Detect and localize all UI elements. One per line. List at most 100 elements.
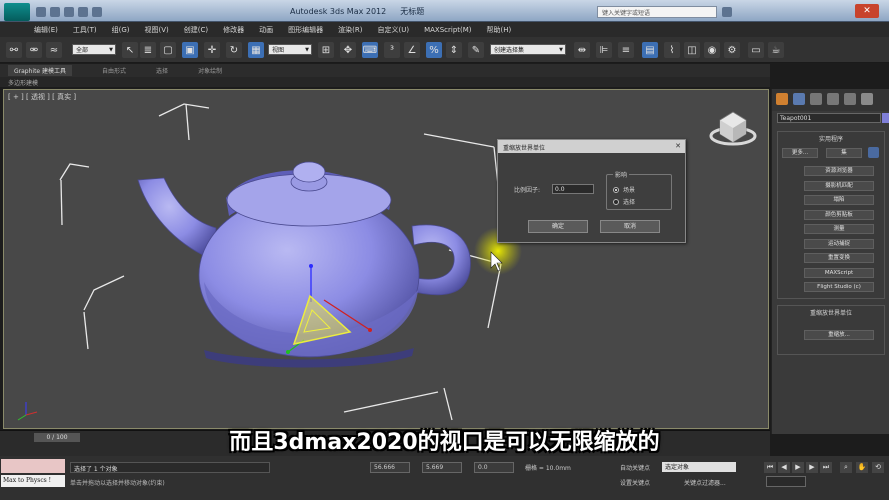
render-setup-icon[interactable]: ⚙	[724, 42, 740, 58]
zoom-icon[interactable]: ⌕	[840, 462, 852, 473]
hierarchy-tab-icon[interactable]	[810, 93, 822, 105]
menu-item-11[interactable]: 帮助(H)	[487, 25, 512, 35]
menu-item-10[interactable]: MAXScript(M)	[424, 26, 471, 34]
rescale-button[interactable]: 重缩放...	[804, 330, 874, 340]
viewcube[interactable]	[709, 111, 757, 146]
undo-icon[interactable]	[78, 7, 88, 17]
percent-snap-icon[interactable]: %	[426, 42, 442, 58]
maxscript-mini-listener[interactable]	[1, 459, 65, 473]
menu-item-9[interactable]: 自定义(U)	[377, 25, 409, 35]
key-filters-button[interactable]: 关键点过滤器...	[684, 478, 744, 487]
modify-tab-icon[interactable]	[793, 93, 805, 105]
menu-item-7[interactable]: 图形编辑器	[288, 25, 323, 35]
scale-factor-input[interactable]: 0.0	[552, 184, 594, 194]
select-rotate-icon[interactable]: ↻	[226, 42, 242, 58]
select-by-name-icon[interactable]: ≣	[140, 42, 156, 58]
mirror-icon[interactable]: ⇹	[574, 42, 590, 58]
dialog-close-icon[interactable]: ✕	[675, 142, 681, 150]
unlink-icon[interactable]: ⚮	[26, 42, 42, 58]
link-icon[interactable]: ⚯	[6, 42, 22, 58]
close-window-button[interactable]: ✕	[855, 4, 879, 18]
select-object-icon[interactable]: ↖	[122, 42, 138, 58]
menu-item-8[interactable]: 渲染(R)	[338, 25, 362, 35]
align-icon[interactable]: ⊫	[596, 42, 612, 58]
object-name-field[interactable]: Teapot001	[777, 113, 881, 123]
ribbon-tab-2[interactable]: 选择	[156, 66, 168, 75]
current-frame-field[interactable]	[766, 476, 806, 487]
reference-coord-select[interactable]: 视图	[268, 44, 312, 56]
edit-named-sets-icon[interactable]: ✎	[468, 42, 484, 58]
create-tab-icon[interactable]	[776, 93, 788, 105]
autokey-button[interactable]: 自动关键点	[620, 463, 650, 472]
utility-button-2[interactable]: 塌陷	[804, 195, 874, 205]
utilities-tab-icon[interactable]	[861, 93, 873, 105]
ok-button[interactable]: 确定	[528, 220, 588, 233]
utilities-rollout-title[interactable]: 实用程序	[778, 132, 884, 145]
next-frame-icon[interactable]: ▶	[806, 462, 818, 473]
radio-scene-dot[interactable]	[613, 186, 619, 193]
help-search-input[interactable]: 键入关键字或短语	[597, 6, 717, 18]
ribbon-tab-3[interactable]: 对象绘制	[198, 66, 222, 75]
go-to-end-icon[interactable]: ⏭	[820, 462, 832, 473]
new-file-icon[interactable]	[36, 7, 46, 17]
save-file-icon[interactable]	[64, 7, 74, 17]
orbit-icon[interactable]: ⟲	[872, 462, 884, 473]
menu-item-4[interactable]: 创建(C)	[184, 25, 208, 35]
layer-manager-icon[interactable]: ≡	[618, 42, 634, 58]
named-selection-select[interactable]: 创建选择集	[490, 44, 566, 56]
pivot-center-icon[interactable]: ⊞	[318, 42, 334, 58]
utility-button-4[interactable]: 测量	[804, 224, 874, 234]
material-editor-icon[interactable]: ◉	[704, 42, 720, 58]
schematic-view-icon[interactable]: ◫	[684, 42, 700, 58]
maxscript-listener-text[interactable]: Max to Physcs !	[1, 475, 65, 487]
utility-button-3[interactable]: 颜色剪贴板	[804, 209, 874, 220]
angle-snap-icon[interactable]: ∠	[404, 42, 420, 58]
bind-spacewarp-icon[interactable]: ≈	[46, 42, 62, 58]
menu-item-0[interactable]: 编辑(E)	[34, 25, 58, 35]
window-crossing-icon[interactable]: ▣	[182, 42, 198, 58]
menu-item-1[interactable]: 工具(T)	[73, 25, 97, 35]
utility-button-7[interactable]: MAXScript	[804, 267, 874, 278]
menu-item-3[interactable]: 视图(V)	[145, 25, 169, 35]
cancel-button[interactable]: 取消	[600, 220, 660, 233]
redo-icon[interactable]	[92, 7, 102, 17]
play-icon[interactable]: ▶	[792, 462, 804, 473]
utility-button-0[interactable]: 资源浏览器	[804, 166, 874, 176]
radio-scene[interactable]: 场景	[613, 185, 635, 194]
selection-filter-select[interactable]: 全部	[72, 44, 116, 56]
radio-selection[interactable]: 选择	[613, 197, 635, 206]
rendered-frame-icon[interactable]: ▭	[748, 42, 764, 58]
select-manipulate-icon[interactable]: ✥	[340, 42, 356, 58]
curve-editor-icon[interactable]: ⌇	[664, 42, 680, 58]
utility-button-1[interactable]: 摄影机匹配	[804, 180, 874, 191]
ribbon-panel-label[interactable]: 多边形建模	[0, 77, 770, 87]
autokey-mode-select[interactable]: 选定对象	[662, 462, 736, 472]
setkey-button[interactable]: 设置关键点	[620, 478, 650, 487]
open-file-icon[interactable]	[50, 7, 60, 17]
rect-selection-icon[interactable]: ▢	[160, 42, 176, 58]
rescale-rollout-title[interactable]: 重缩放世界单位	[778, 306, 884, 319]
more-button[interactable]: 更多...	[782, 148, 818, 158]
dialog-title-bar[interactable]: 重缩放世界单位 ✕	[498, 140, 685, 153]
z-coordinate[interactable]: 0.0	[474, 462, 514, 473]
motion-tab-icon[interactable]	[827, 93, 839, 105]
graphite-toggle-icon[interactable]: ▤	[642, 42, 658, 58]
snaps-toggle-icon[interactable]: ³	[384, 42, 400, 58]
pan-icon[interactable]: ✋	[856, 462, 868, 473]
select-move-icon[interactable]: ✛	[204, 42, 220, 58]
keyboard-shortcut-icon[interactable]: ⌨	[362, 42, 378, 58]
app-logo[interactable]	[4, 3, 30, 21]
select-scale-icon[interactable]: ▦	[248, 42, 264, 58]
menu-item-2[interactable]: 组(G)	[112, 25, 130, 35]
ribbon-tab-0[interactable]: Graphite 建模工具	[8, 65, 73, 76]
spinner-snap-icon[interactable]: ⇕	[446, 42, 462, 58]
render-production-icon[interactable]: ☕	[768, 42, 784, 58]
sets-button[interactable]: 集	[826, 148, 862, 158]
menu-item-5[interactable]: 修改器	[223, 25, 244, 35]
prev-frame-icon[interactable]: ◀	[778, 462, 790, 473]
display-tab-icon[interactable]	[844, 93, 856, 105]
object-color-swatch[interactable]	[882, 113, 889, 123]
search-icon[interactable]	[722, 7, 732, 17]
configure-sets-icon[interactable]	[868, 147, 879, 158]
utility-button-5[interactable]: 运动捕捉	[804, 238, 874, 249]
